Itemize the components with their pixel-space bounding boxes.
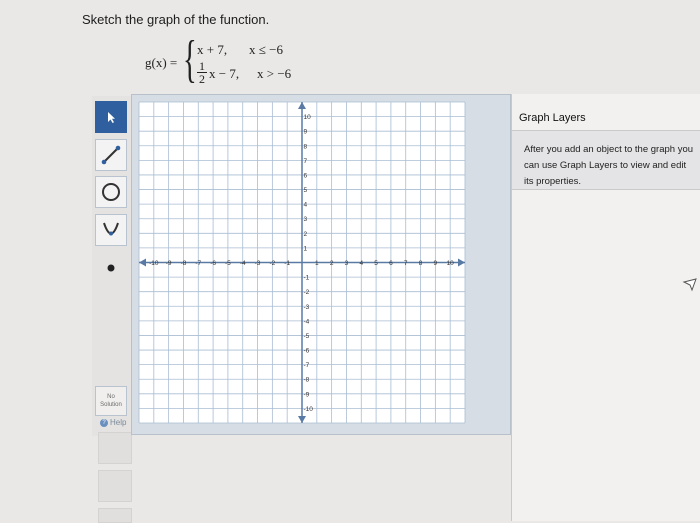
prompt-text: Sketch the graph of the function. xyxy=(82,12,270,27)
piecewise-equation: g(x) = { x + 7, x ≤ −6 1 2 x − 7, x > −6 xyxy=(145,34,315,88)
case2-condition: x > −6 xyxy=(257,66,292,81)
x-tick-label: -8 xyxy=(181,260,187,267)
equation-lhs: g(x) = xyxy=(145,55,178,70)
x-tick-label: 5 xyxy=(374,260,378,267)
y-tick-label: 6 xyxy=(304,172,308,179)
case2-expression: x − 7, xyxy=(209,66,240,81)
case1-condition: x ≤ −6 xyxy=(249,42,283,57)
x-tick-label: 2 xyxy=(330,260,334,267)
y-tick-label: -2 xyxy=(304,289,310,296)
x-tick-label: 1 xyxy=(315,260,319,267)
graph-toolbar: No Solution xyxy=(92,96,131,436)
y-tick-label: 7 xyxy=(304,158,308,165)
y-tick-label: 8 xyxy=(304,143,308,150)
y-tick-label: 5 xyxy=(304,187,308,194)
line-icon xyxy=(101,145,121,165)
equation-brace: { xyxy=(183,31,197,88)
line-tool-button[interactable] xyxy=(95,139,127,171)
graph-layers-panel: Graph Layers After you add an object to … xyxy=(511,94,700,521)
x-tick-label: 9 xyxy=(434,260,438,267)
x-tick-label: -2 xyxy=(269,260,275,267)
x-tick-label: -9 xyxy=(166,260,172,267)
x-tick-label: 3 xyxy=(345,260,349,267)
y-tick-label: -5 xyxy=(304,333,310,340)
y-tick-label: 1 xyxy=(304,245,308,252)
parabola-tool-button[interactable] xyxy=(95,214,127,246)
disabled-tool xyxy=(98,432,132,464)
help-icon: ? xyxy=(100,418,108,427)
mouse-cursor-icon xyxy=(682,278,697,292)
x-tick-label: 7 xyxy=(404,260,408,267)
y-tick-label: -6 xyxy=(304,348,310,355)
x-tick-label: -7 xyxy=(195,260,201,267)
parabola-icon xyxy=(103,222,119,236)
x-tick-label: -5 xyxy=(225,260,231,267)
y-tick-label: -3 xyxy=(304,304,310,311)
x-tick-label: -6 xyxy=(210,260,216,267)
y-tick-label: -10 xyxy=(304,406,314,413)
x-tick-label: -10 xyxy=(149,260,159,267)
case1-expression: x + 7, xyxy=(197,42,228,57)
y-tick-label: -1 xyxy=(304,275,310,282)
disabled-tool xyxy=(98,470,132,502)
x-tick-label: -1 xyxy=(284,260,290,267)
graph-layers-title: Graph Layers xyxy=(519,112,586,124)
circle-icon xyxy=(102,183,120,201)
point-tool-button[interactable] xyxy=(95,252,127,284)
x-tick-label: 10 xyxy=(447,260,455,267)
y-tick-label: 2 xyxy=(304,231,308,238)
no-solution-button[interactable]: No Solution xyxy=(95,386,127,416)
y-tick-label: -7 xyxy=(304,362,310,369)
y-tick-label: 3 xyxy=(304,216,308,223)
y-tick-label: -4 xyxy=(304,318,310,325)
case2-fraction: 1 2 xyxy=(197,60,207,85)
x-tick-label: 8 xyxy=(419,260,423,267)
y-tick-label: 4 xyxy=(304,202,308,209)
graph-layers-message: After you add an object to the graph you… xyxy=(512,130,700,190)
y-tick-label: 9 xyxy=(304,129,308,136)
y-tick-label: -8 xyxy=(304,377,310,384)
x-tick-label: 6 xyxy=(389,260,393,267)
coordinate-grid[interactable]: -10 -9 -8 -7 -6 -5 -4 -3 -2 -1 1 2 3 4 5 6 7 8 9 10 10 9 8 7 6 5 4… xyxy=(132,95,510,434)
x-tick-label: -4 xyxy=(240,260,246,267)
y-tick-label: 10 xyxy=(304,114,312,121)
help-label: Help xyxy=(110,418,127,427)
point-icon xyxy=(107,264,115,272)
fraction-denominator: 2 xyxy=(199,72,205,86)
circle-tool-button[interactable] xyxy=(95,176,127,208)
help-link[interactable]: ? Help xyxy=(100,418,126,427)
select-tool-button[interactable] xyxy=(95,101,127,133)
y-tick-label: -9 xyxy=(304,391,310,398)
arrow-pointer-icon xyxy=(108,112,115,123)
x-tick-label: 4 xyxy=(359,260,363,267)
x-tick-label: -3 xyxy=(255,260,261,267)
graph-frame: -10 -9 -8 -7 -6 -5 -4 -3 -2 -1 1 2 3 4 5 6 7 8 9 10 10 9 8 7 6 5 4… xyxy=(131,94,511,435)
